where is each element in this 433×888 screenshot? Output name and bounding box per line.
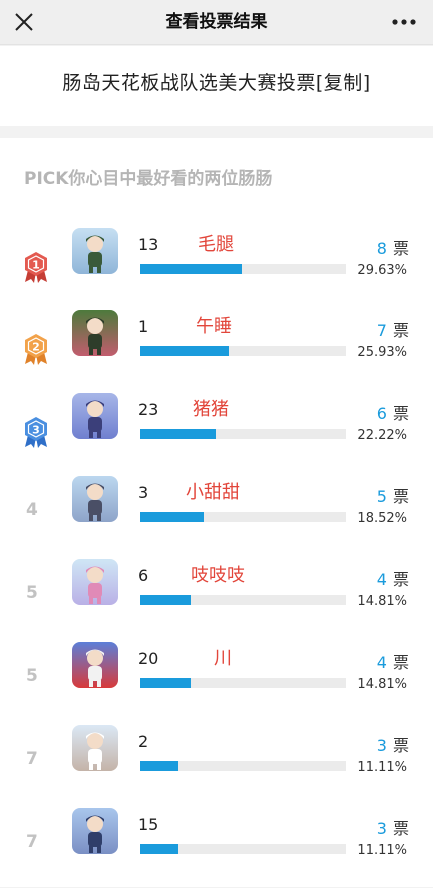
vote-count: 3票 xyxy=(377,815,409,839)
vote-count-number: 3 xyxy=(376,819,387,838)
vote-progress-fill xyxy=(140,346,229,356)
results-card: PICK你心目中最好看的两位肠肠 1 13 毛腿 8 票 29.63% 2 1 午睡 7 票 25.9… xyxy=(0,138,433,887)
vote-progress-bar xyxy=(140,678,346,688)
vote-percent: 11.11% xyxy=(357,843,407,858)
result-row: 5 6 吱吱吱 4 票 14.81% xyxy=(0,559,433,639)
character-avatar-icon[interactable] xyxy=(72,310,118,356)
vote-progress-bar xyxy=(140,264,346,274)
rank-number: 2 xyxy=(32,341,40,354)
option-name: 毛腿 xyxy=(198,234,234,255)
vote-count-number: 6 xyxy=(376,404,387,423)
vote-progress-fill xyxy=(140,595,191,605)
vote-percent: 11.11% xyxy=(357,760,407,775)
nav-bar: 查看投票结果 xyxy=(0,0,433,45)
vote-unit: 票 xyxy=(392,404,409,423)
result-row: 7 15 3 票 11.11% xyxy=(0,808,433,888)
question-text: PICK你心目中最好看的两位肠肠 xyxy=(24,169,273,189)
vote-count-number: 5 xyxy=(376,487,387,506)
vote-progress-fill xyxy=(140,844,178,854)
option-number: 2 xyxy=(138,732,149,751)
survey-title: 肠岛天花板战队选美大赛投票[复制] xyxy=(62,72,371,94)
vote-unit: 票 xyxy=(392,570,409,589)
vote-progress-bar xyxy=(140,512,346,522)
vote-progress-fill xyxy=(140,512,204,522)
vote-percent: 29.63% xyxy=(357,263,407,278)
result-row: 1 13 毛腿 8 票 29.63% xyxy=(0,228,433,308)
vote-count: 3票 xyxy=(377,732,409,756)
rank-number: 3 xyxy=(32,424,40,437)
vote-count: 8票 xyxy=(377,235,409,259)
rank-number: 5 xyxy=(26,666,38,686)
vote-unit: 票 xyxy=(392,239,409,258)
option-name: 猪猪 xyxy=(193,399,229,420)
option-name: 川 xyxy=(214,648,232,669)
option-number: 23 xyxy=(138,400,159,419)
result-row: 2 1 午睡 7 票 25.93% xyxy=(0,310,433,390)
result-row: 3 23 猪猪 6 票 22.22% xyxy=(0,393,433,473)
option-number: 15 xyxy=(138,815,159,834)
rank-number: 7 xyxy=(26,832,38,852)
rank-number: 5 xyxy=(26,583,38,603)
character-avatar-icon[interactable] xyxy=(72,393,118,439)
more-dots-icon[interactable] xyxy=(391,12,417,32)
character-avatar-icon[interactable] xyxy=(72,228,118,274)
character-avatar-icon[interactable] xyxy=(72,559,118,605)
character-avatar-icon[interactable] xyxy=(72,642,118,688)
vote-progress-bar xyxy=(140,844,346,854)
vote-progress-fill xyxy=(140,429,216,439)
character-avatar-icon[interactable] xyxy=(72,808,118,854)
rank-medal-icon: 2 xyxy=(25,334,47,365)
result-row: 5 20 川 4 票 14.81% xyxy=(0,642,433,722)
vote-percent: 22.22% xyxy=(357,428,407,443)
vote-unit: 票 xyxy=(392,487,409,506)
rank-number: 4 xyxy=(26,500,38,520)
vote-progress-bar xyxy=(140,595,346,605)
vote-progress-fill xyxy=(140,761,178,771)
vote-percent: 25.93% xyxy=(357,345,407,360)
vote-unit: 票 xyxy=(392,321,409,340)
vote-count-number: 3 xyxy=(376,736,387,755)
vote-count: 4票 xyxy=(377,566,409,590)
result-row: 4 3 小甜甜 5 票 18.52% xyxy=(0,476,433,556)
vote-count: 5票 xyxy=(377,483,409,507)
vote-count: 7票 xyxy=(377,317,409,341)
option-number: 20 xyxy=(138,649,159,668)
vote-unit: 票 xyxy=(392,653,409,672)
vote-count-number: 4 xyxy=(376,570,387,589)
vote-progress-bar xyxy=(140,346,346,356)
vote-percent: 18.52% xyxy=(357,511,407,526)
vote-count-number: 7 xyxy=(376,321,387,340)
vote-percent: 14.81% xyxy=(357,677,407,692)
option-number: 13 xyxy=(138,235,159,254)
vote-unit: 票 xyxy=(392,736,409,755)
rank-medal-icon: 1 xyxy=(25,252,47,283)
option-number: 3 xyxy=(138,483,149,502)
vote-count: 4票 xyxy=(377,649,409,673)
rank-medal-icon: 3 xyxy=(25,417,47,448)
option-number: 6 xyxy=(138,566,149,585)
option-name: 小甜甜 xyxy=(186,482,240,503)
vote-count-number: 4 xyxy=(376,653,387,672)
vote-progress-bar xyxy=(140,761,346,771)
rank-number: 7 xyxy=(26,749,38,769)
character-avatar-icon[interactable] xyxy=(72,476,118,522)
vote-progress-fill xyxy=(140,678,191,688)
character-avatar-icon[interactable] xyxy=(72,725,118,771)
option-name: 吱吱吱 xyxy=(191,565,245,586)
option-number: 1 xyxy=(138,317,149,336)
page-title: 查看投票结果 xyxy=(165,12,268,32)
vote-unit: 票 xyxy=(392,819,409,838)
vote-count-number: 8 xyxy=(376,239,387,258)
rank-number: 1 xyxy=(32,259,40,272)
survey-header: 肠岛天花板战队选美大赛投票[复制] xyxy=(0,46,433,126)
option-name: 午睡 xyxy=(196,316,232,337)
vote-progress-fill xyxy=(140,264,242,274)
result-row: 7 2 3 票 11.11% xyxy=(0,725,433,805)
vote-percent: 14.81% xyxy=(357,594,407,609)
vote-progress-bar xyxy=(140,429,346,439)
vote-count: 6票 xyxy=(377,400,409,424)
